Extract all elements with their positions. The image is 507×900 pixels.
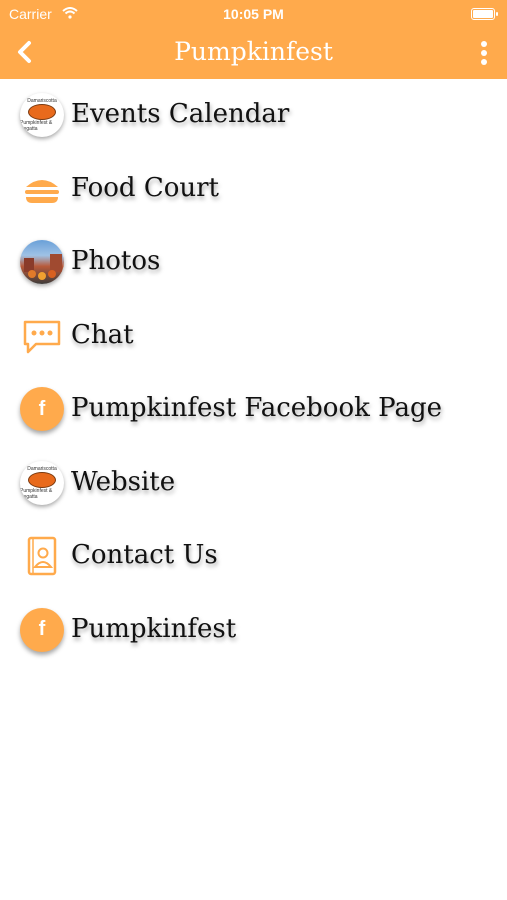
logo-text-bottom: Pumpkinfest & Regatta <box>20 120 53 132</box>
menu-item-facebook-page[interactable]: f Pumpkinfest Facebook Page <box>0 373 507 447</box>
chat-bubble-icon <box>20 314 64 358</box>
menu-item-food-court[interactable]: Food Court <box>0 153 507 227</box>
more-options-button[interactable] <box>479 40 489 66</box>
pumpkinfest-logo-icon: Damariscotta Pumpkinfest & Regatta <box>20 460 64 505</box>
menu-item-pumpkinfest[interactable]: f Pumpkinfest <box>0 594 507 668</box>
menu-item-website[interactable]: Damariscotta Pumpkinfest & Regatta Websi… <box>0 447 507 521</box>
menu-item-chat[interactable]: Chat <box>0 300 507 374</box>
menu-item-label: Pumpkinfest <box>71 613 237 644</box>
logo-text-bottom: Pumpkinfest & Regatta <box>20 487 53 500</box>
pumpkinfest-logo-icon: Damariscotta Pumpkinfest & Regatta <box>20 93 64 137</box>
menu-item-label: Events Calendar <box>71 99 290 129</box>
menu-item-label: Website <box>71 466 176 497</box>
menu-item-contact-us[interactable]: Contact Us <box>0 520 507 594</box>
menu-item-label: Chat <box>71 319 134 350</box>
more-vertical-icon <box>481 41 487 65</box>
menu-item-label: Photos <box>71 246 161 276</box>
menu-item-label: Food Court <box>71 172 220 203</box>
facebook-glyph: f <box>38 618 46 640</box>
navigation-bar: Pumpkinfest <box>0 28 507 79</box>
logo-text-top: Damariscotta <box>27 465 57 472</box>
facebook-glyph: f <box>38 397 46 420</box>
status-bar: Carrier 10:05 PM <box>0 0 507 28</box>
facebook-icon: f <box>20 607 64 652</box>
status-time: 10:05 PM <box>223 6 284 22</box>
menu-list: Damariscotta Pumpkinfest & Regatta Event… <box>0 79 507 667</box>
menu-item-label: Contact Us <box>71 540 218 570</box>
menu-item-events-calendar[interactable]: Damariscotta Pumpkinfest & Regatta Event… <box>0 79 507 153</box>
contact-card-icon <box>20 534 64 578</box>
battery-icon <box>471 8 498 20</box>
menu-item-label: Pumpkinfest Facebook Page <box>71 393 442 423</box>
facebook-icon: f <box>20 387 64 431</box>
photo-thumbnail-icon <box>20 240 64 284</box>
burger-icon <box>20 167 64 211</box>
menu-item-photos[interactable]: Photos <box>0 226 507 300</box>
page-title: Pumpkinfest <box>174 37 333 66</box>
